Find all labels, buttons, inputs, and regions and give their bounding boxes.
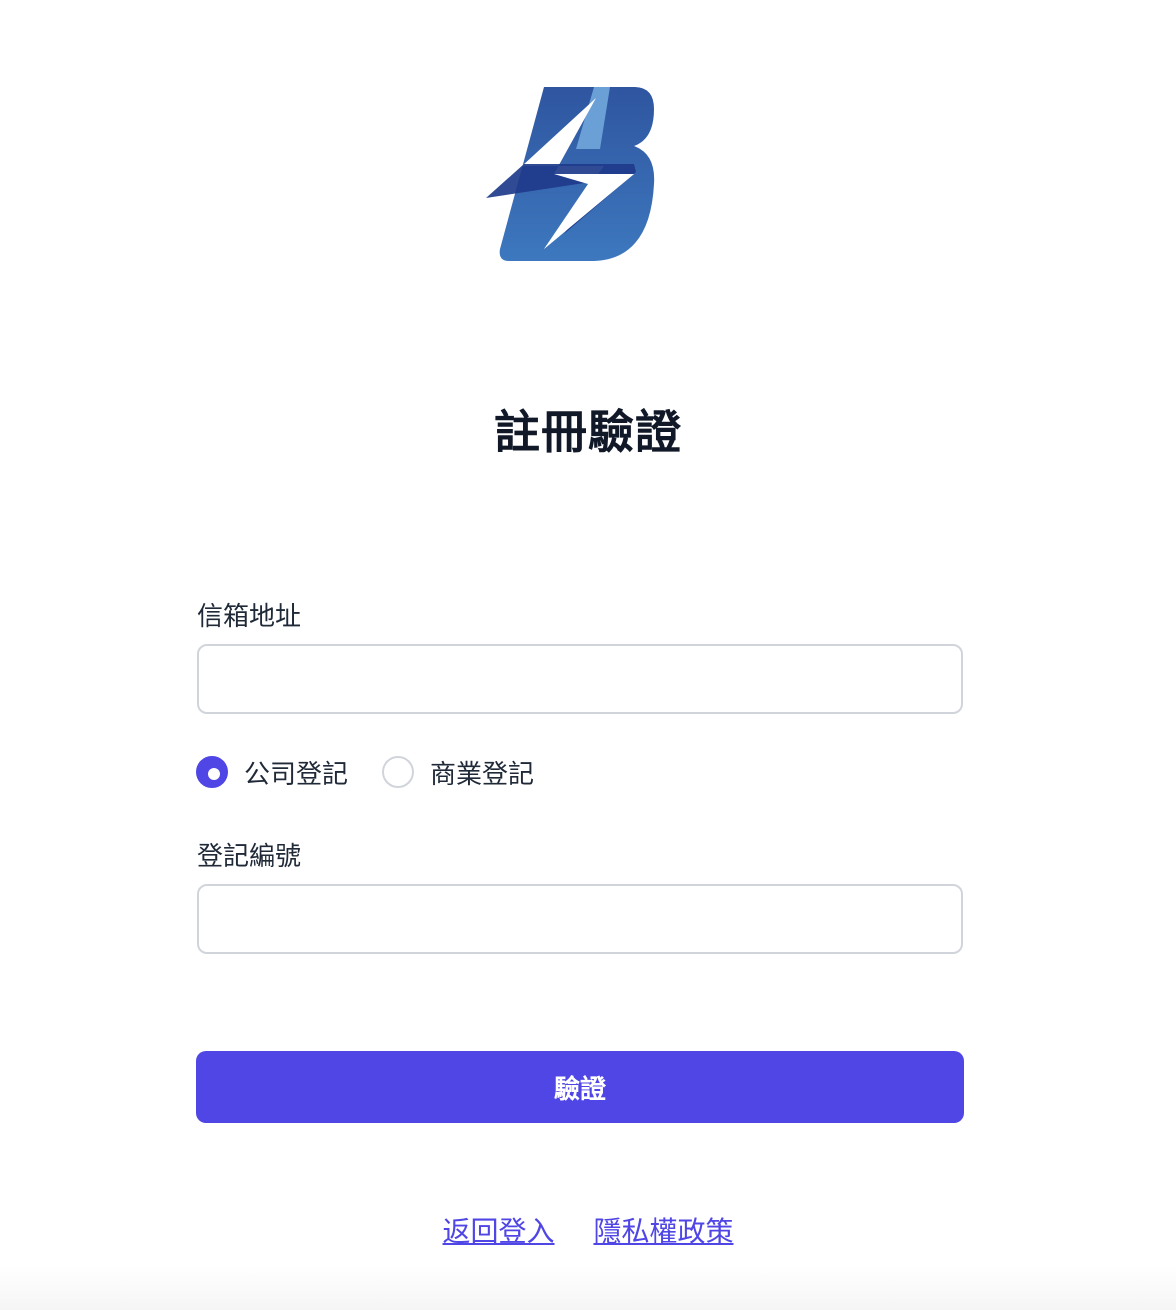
footer-links: 返回登入 隱私權政策 [0,1210,1176,1250]
brand-logo-icon [486,87,655,261]
radio-option-business-registration[interactable]: 商業登記 [382,754,534,791]
registration-number-input[interactable] [197,884,963,954]
page-title: 註冊驗證 [494,405,682,459]
radio-label-business-registration: 商業登記 [430,759,535,790]
email-label: 信箱地址 [197,602,302,632]
back-to-login-link[interactable]: 返回登入 [443,1215,555,1248]
registration-verification-page: 註冊驗證 信箱地址 公司登記 商業登記 登記編號 驗證 返回登入 隱私權政策 [0,0,1176,1310]
radio-option-company-registration[interactable]: 公司登記 [196,754,348,791]
radio-label-company-registration: 公司登記 [244,759,349,790]
radio-button-business-registration[interactable] [382,756,415,788]
verify-button[interactable]: 驗證 [196,1051,964,1123]
registration-number-label: 登記編號 [197,842,302,872]
privacy-policy-link[interactable]: 隱私權政策 [593,1215,733,1248]
radio-button-company-registration[interactable] [196,756,228,788]
registration-type-radio-group: 公司登記 商業登記 [196,754,534,790]
email-input[interactable] [197,644,963,714]
